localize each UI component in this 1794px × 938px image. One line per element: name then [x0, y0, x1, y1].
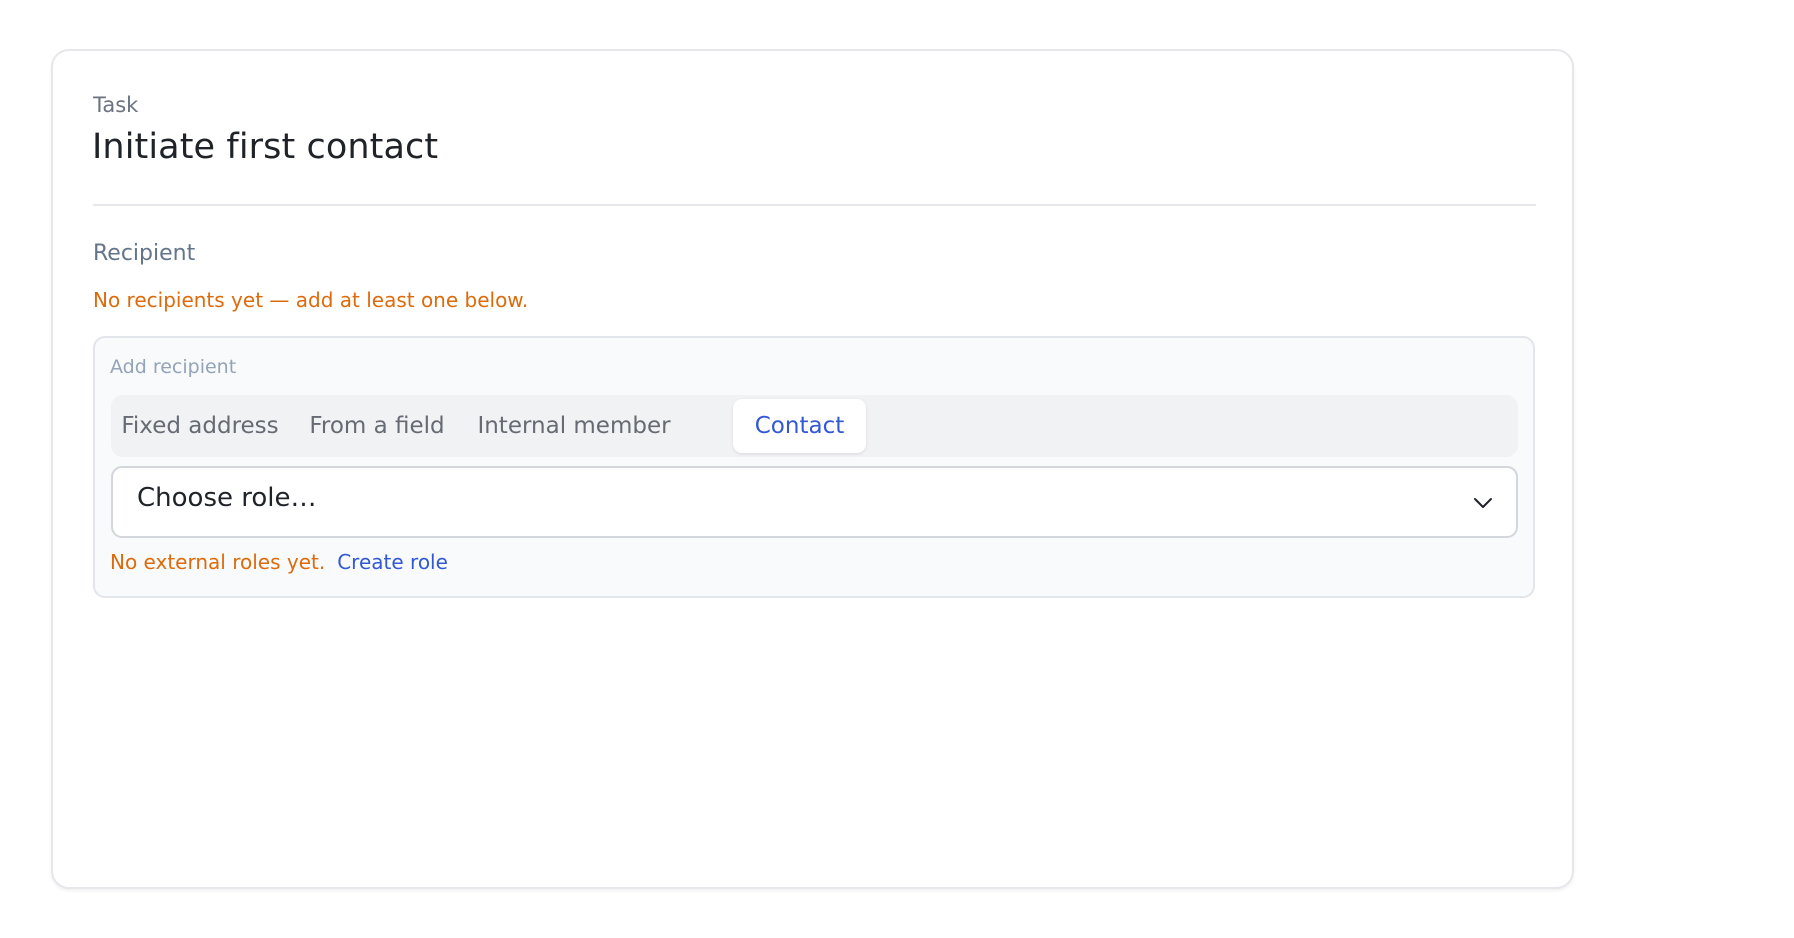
roles-footer: No external roles yet. Create role	[110, 550, 448, 574]
divider	[93, 204, 1536, 206]
tab-from-a-field[interactable]: From a field	[295, 399, 459, 453]
recipient-type-tabs: Fixed address From a field Internal memb…	[111, 395, 1518, 457]
chevron-down-icon	[1472, 492, 1494, 514]
no-recipients-warning: No recipients yet — add at least one bel…	[93, 288, 529, 312]
recipient-section-label: Recipient	[93, 241, 196, 266]
create-role-link[interactable]: Create role	[337, 550, 448, 574]
add-recipient-panel: Add recipient Fixed address From a field…	[93, 336, 1535, 598]
no-roles-warning: No external roles yet.	[110, 550, 326, 574]
tab-contact[interactable]: Contact	[733, 399, 866, 453]
task-card: Task Initiate first contact Recipient No…	[51, 49, 1574, 889]
page-title: Initiate first contact	[92, 127, 439, 167]
tab-fixed-address[interactable]: Fixed address	[115, 399, 285, 453]
add-recipient-label: Add recipient	[110, 356, 237, 378]
role-select-value: Choose role…	[137, 483, 317, 513]
role-select[interactable]: Choose role…	[111, 466, 1518, 538]
task-eyebrow: Task	[93, 93, 139, 117]
tab-internal-member[interactable]: Internal member	[467, 399, 681, 453]
